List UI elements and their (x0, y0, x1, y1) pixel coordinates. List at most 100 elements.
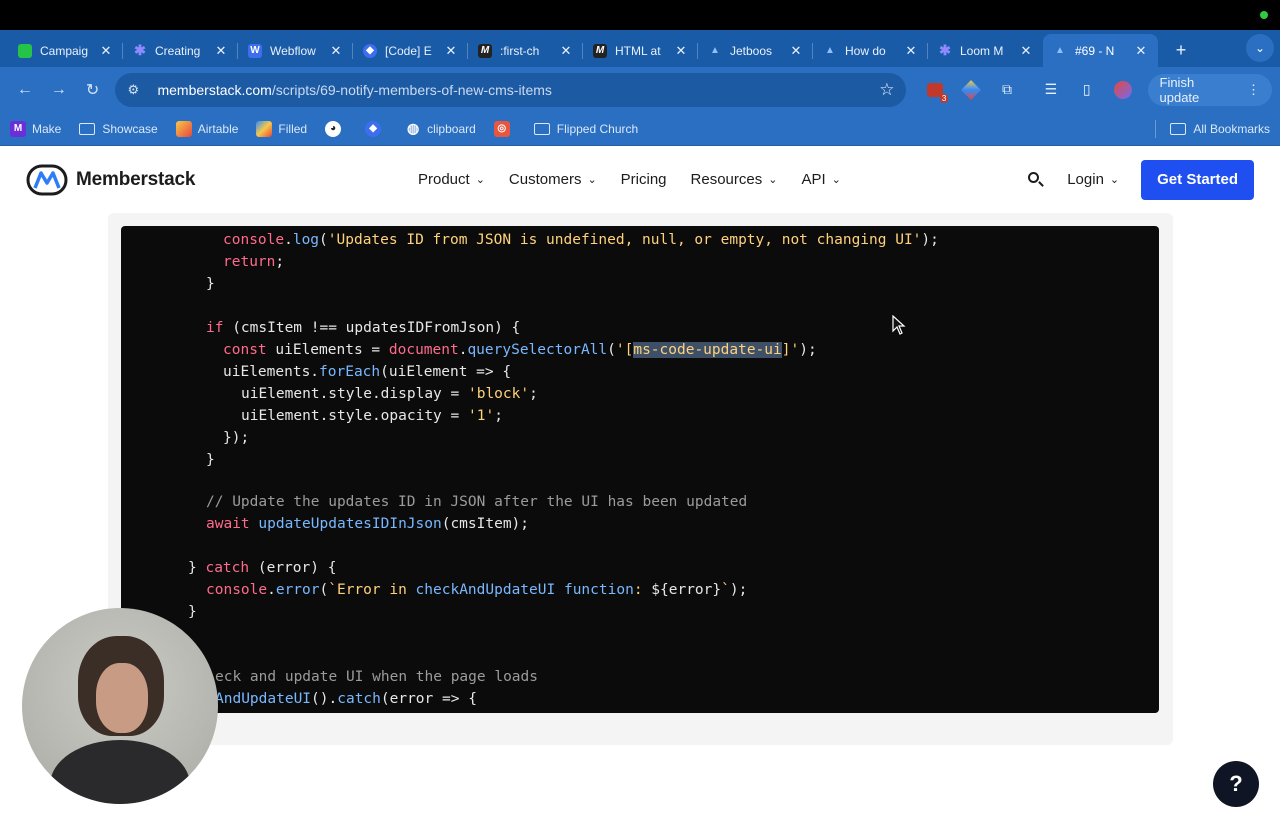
bookmark-label: Flipped Church (556, 121, 639, 136)
nav-label: Customers (508, 171, 582, 188)
code-line: } catch (error) { (188, 560, 337, 576)
nav-resources[interactable]: Resources ⌄ (691, 171, 778, 188)
bookmark-airtable[interactable]: Airtable (175, 120, 239, 137)
nav-customers[interactable]: Customers ⌄ (509, 171, 597, 188)
help-button[interactable]: ? (1213, 761, 1259, 807)
tab-search-chevron-icon[interactable]: ⌄ (1246, 34, 1274, 62)
login-dropdown[interactable]: Login ⌄ (1067, 171, 1119, 188)
site-info-icon[interactable]: ⚙ (127, 82, 145, 98)
bookmark-panda[interactable]: ◕ (325, 120, 347, 137)
all-bookmarks-label: All Bookmarks (1193, 121, 1270, 136)
bookmark-star-icon[interactable]: ☆ (879, 80, 894, 100)
webcam-overlay[interactable] (22, 608, 218, 804)
code-comment: eck and update UI when the page loads (215, 669, 539, 685)
browser-tab[interactable]: W Webflow ✕ (238, 34, 353, 67)
memberstack-logo[interactable]: Memberstack (26, 163, 195, 197)
close-icon[interactable]: ✕ (789, 43, 803, 59)
bookmark-label: Filled (278, 121, 308, 136)
chevron-down-icon: ⌄ (1109, 174, 1120, 186)
close-icon[interactable]: ✕ (674, 43, 688, 59)
nav-api[interactable]: API ⌄ (801, 171, 840, 188)
bookmark-label: clipboard (427, 121, 476, 136)
code-line: } (188, 604, 197, 620)
tab-title: Campaig (40, 43, 89, 58)
all-bookmarks[interactable]: All Bookmarks (1155, 119, 1270, 138)
more-vertical-icon: ⋮ (1247, 81, 1261, 97)
nav-label: API (801, 171, 826, 188)
code-line: uiElement.style.opacity = '1'; (241, 408, 503, 424)
bookmark-make[interactable]: M Make (10, 120, 62, 137)
bookmark-flipped-church[interactable]: Flipped Church (533, 121, 639, 136)
code-line: }); (223, 430, 250, 446)
airtable-extension-icon[interactable] (956, 75, 986, 105)
address-bar[interactable]: ⚙ memberstack.com/scripts/69-notify-memb… (115, 72, 907, 107)
code-comment: // Update the updates ID in JSON after t… (206, 494, 748, 510)
make-icon: M (10, 120, 26, 137)
bookmark-filled[interactable]: Filled (256, 120, 308, 137)
nav-pricing[interactable]: Pricing (621, 171, 667, 188)
code-line: const uiElements = document.querySelecto… (223, 342, 817, 358)
chevron-down-icon: ⌄ (587, 174, 597, 186)
get-started-button[interactable]: Get Started (1141, 159, 1254, 200)
globe-icon: ◍ (406, 120, 420, 136)
search-icon[interactable] (1027, 171, 1045, 189)
bookmark-diamond[interactable]: ◆ (365, 120, 387, 137)
bookmark-red-app[interactable]: ◎ (493, 120, 516, 137)
code-line: await updateUpdatesIDInJson(cmsItem); (206, 516, 530, 532)
back-arrow-icon[interactable]: ← (8, 73, 42, 107)
close-icon[interactable]: ✕ (559, 43, 573, 59)
tab-title: Jetboos (730, 43, 773, 58)
forward-arrow-icon[interactable]: → (42, 73, 76, 107)
code-line: } (206, 276, 215, 292)
code-line: } (206, 452, 215, 468)
nav-label: Pricing (620, 171, 667, 188)
close-icon[interactable]: ✕ (99, 43, 113, 59)
close-icon[interactable]: ✕ (444, 43, 458, 59)
tab-title: Loom M (960, 43, 1004, 58)
airtable-icon (175, 120, 192, 137)
profile-avatar-icon[interactable] (1108, 75, 1138, 105)
finish-update-label: Finish update (1159, 74, 1200, 105)
site-header: Memberstack Product ⌄ Customers ⌄ Pricin… (0, 146, 1280, 213)
tab-title: #69 - N (1075, 43, 1115, 58)
diamond-icon: ◆ (365, 120, 382, 137)
chevron-down-icon: ⌄ (475, 174, 485, 186)
bookmark-label: Airtable (197, 121, 239, 136)
browser-tab[interactable]: M :first-ch ✕ (468, 34, 583, 67)
folder-icon (533, 122, 550, 135)
finish-update-button[interactable]: Finish update ⋮ (1147, 73, 1273, 106)
webcam-person-face (96, 663, 148, 733)
nav-product[interactable]: Product ⌄ (418, 171, 485, 188)
bookmark-showcase[interactable]: Showcase (79, 121, 158, 136)
reload-icon[interactable]: ↻ (76, 73, 110, 107)
browser-tab[interactable]: M HTML at ✕ (583, 34, 698, 67)
memberstack-logo-icon (26, 164, 68, 195)
puzzle-extensions-icon[interactable]: ⧉ (992, 75, 1022, 105)
recording-indicator-icon (1260, 11, 1268, 19)
webflow-icon: W (248, 43, 262, 58)
browser-tab[interactable]: ✱ Loom M ✕ (928, 34, 1043, 67)
browser-tab[interactable]: ✱ Creating ✕ (123, 34, 238, 67)
browser-tab[interactable]: ◆ [Code] E ✕ (353, 34, 468, 67)
bookmark-label: Showcase (102, 121, 158, 136)
close-icon[interactable]: ✕ (329, 43, 343, 59)
tab-title: :first-ch (500, 43, 540, 58)
browser-tab[interactable]: ▲ How do ✕ (813, 34, 928, 67)
close-icon[interactable]: ✕ (214, 43, 228, 59)
browser-tab-active[interactable]: ▲ #69 - N ✕ (1043, 34, 1158, 67)
close-icon[interactable]: ✕ (1134, 43, 1148, 59)
new-tab-button[interactable]: + (1166, 34, 1196, 67)
extension-icon[interactable]: 3 (920, 75, 950, 105)
bookmarks-bar: M Make Showcase Airtable Filled ◕ ◆ ◍ cl… (0, 112, 1280, 146)
close-icon[interactable]: ✕ (1019, 43, 1033, 59)
reading-list-icon[interactable]: ☰ (1036, 75, 1066, 105)
browser-tab[interactable]: Campaig ✕ (8, 34, 123, 67)
side-panel-icon[interactable]: ▯ (1072, 75, 1102, 105)
code-block[interactable]: console.log('Updates ID from JSON is und… (121, 226, 1159, 713)
tab-title: Webflow (270, 43, 316, 58)
url-path: /scripts/69-notify-members-of-new-cms-it… (271, 81, 552, 98)
close-icon[interactable]: ✕ (904, 43, 918, 59)
browser-tab[interactable]: ▲ Jetboos ✕ (698, 34, 813, 67)
bookmark-clipboard[interactable]: ◍ clipboard (405, 120, 476, 137)
bookmark-label: Make (32, 121, 62, 136)
